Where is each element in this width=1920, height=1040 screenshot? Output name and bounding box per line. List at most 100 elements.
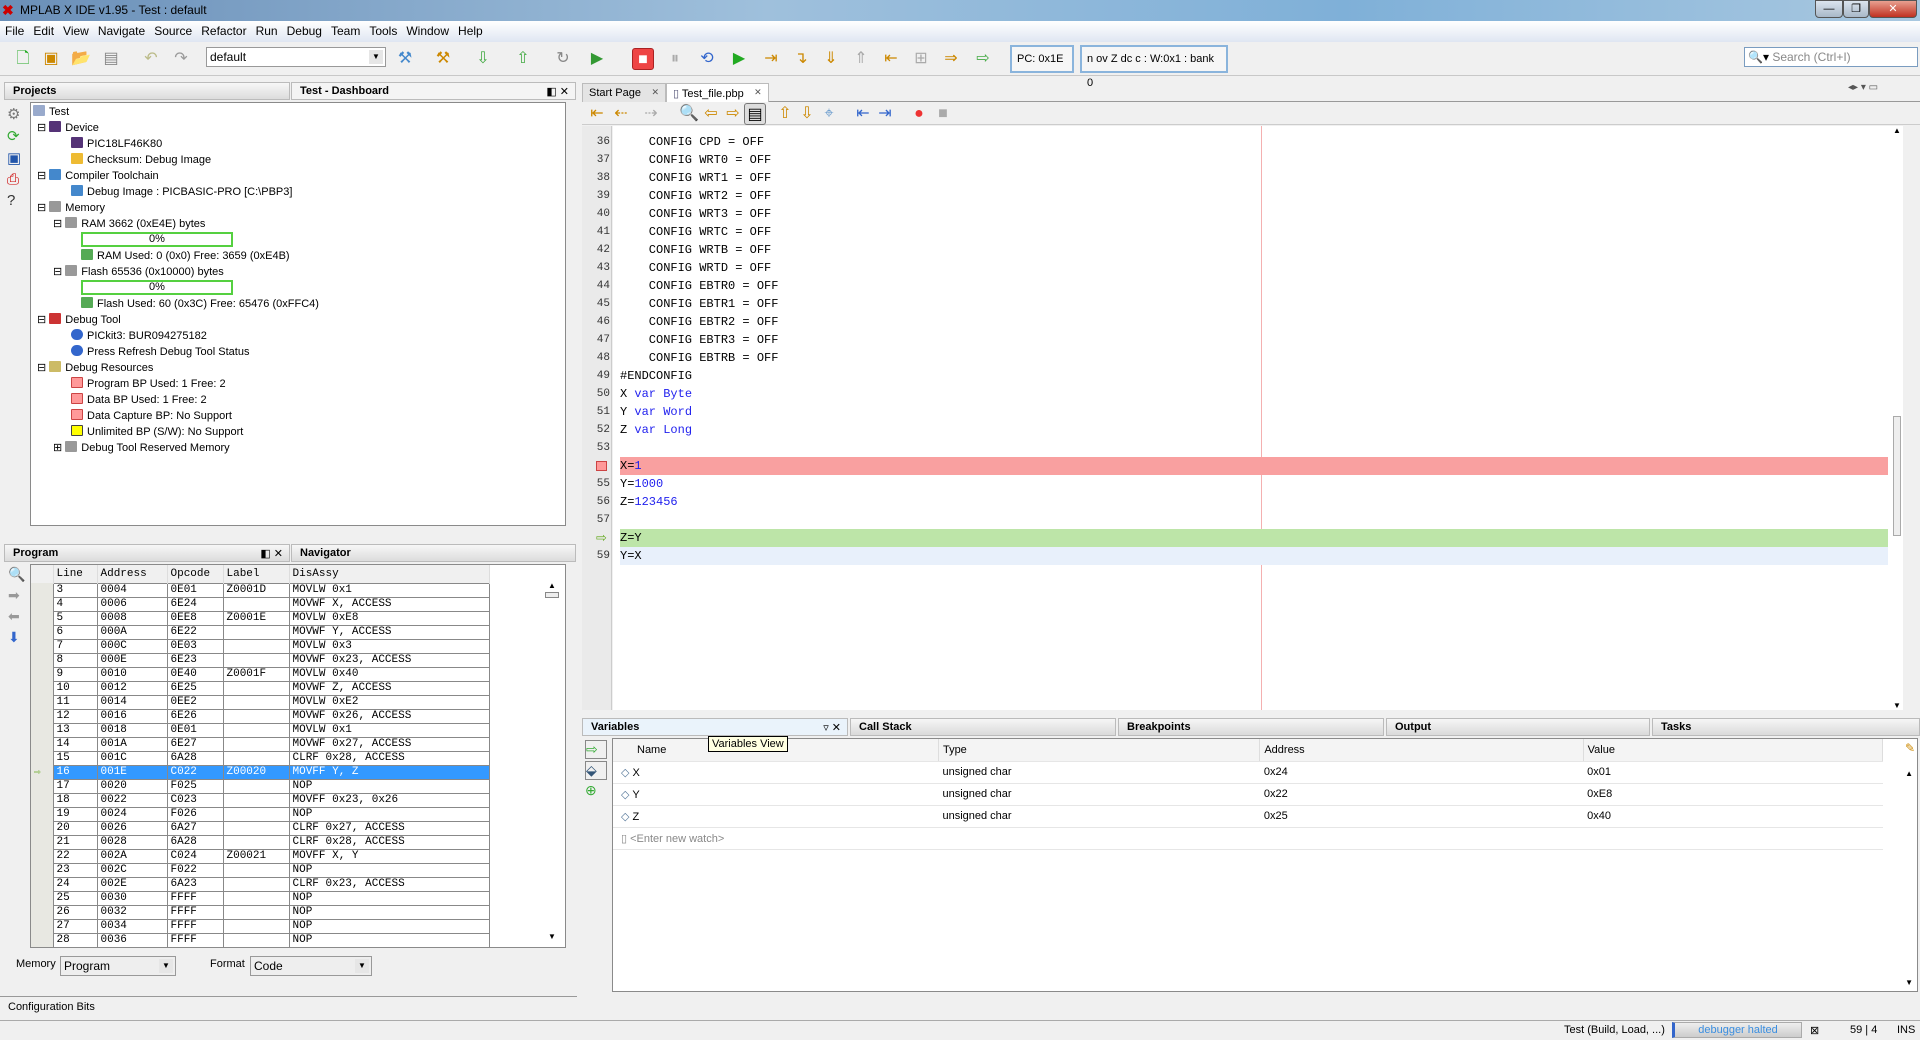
step-out-icon[interactable]: ⇓ — [820, 48, 842, 70]
table-row[interactable]: 11 0014 0EE2 MOVLW 0xE2 — [31, 694, 490, 710]
step-into-icon[interactable]: ↴ — [790, 48, 812, 70]
toggle-bookmark-icon[interactable]: ⌖ — [818, 103, 840, 125]
watch-icon[interactable]: ⬙ — [585, 761, 607, 780]
table-row[interactable]: 8 000E 6E23 MOVWF 0x23, ACCESS — [31, 652, 490, 668]
tree-pickit[interactable]: PICkit3: BUR094275182 — [71, 329, 207, 342]
table-row[interactable]: 4 0006 6E24 MOVWF X, ACCESS — [31, 596, 490, 612]
chip-icon[interactable]: ▣ — [7, 149, 27, 167]
tab-projects[interactable]: Projects — [4, 82, 290, 100]
editor-tab[interactable]: Start Page ✕ — [582, 83, 666, 102]
column-chooser-icon[interactable]: ✎ — [1905, 741, 1915, 755]
minimize-button[interactable]: — — [1815, 0, 1843, 18]
last-edit-icon[interactable]: ⇤ — [586, 103, 608, 125]
tab-dashboard[interactable]: Test - Dashboard ◧ ✕ — [291, 82, 576, 100]
new-watch-input[interactable]: <Enter new watch> — [630, 833, 724, 845]
table-row[interactable]: 12 0016 6E26 MOVWF 0x26, ACCESS — [31, 708, 490, 724]
menu-view[interactable]: View — [58, 21, 93, 38]
menu-source[interactable]: Source — [149, 21, 196, 38]
tree-ram-used[interactable]: RAM Used: 0 (0x0) Free: 3659 (0xE4B) — [81, 249, 290, 262]
reset-debug-icon[interactable]: ⟲ — [696, 48, 718, 70]
previous-bookmark-icon[interactable]: ⇧ — [774, 103, 796, 125]
tree-debug-tool[interactable]: ⊟ Debug Tool — [37, 313, 121, 326]
memory-select[interactable]: Program ▼ — [60, 956, 176, 976]
step-over-icon[interactable]: ⇥ — [760, 48, 782, 70]
new-watch-row[interactable]: ▯ <Enter new watch> — [613, 827, 1883, 850]
tree-device-name[interactable]: PIC18LF46K80 — [71, 137, 162, 150]
open-project-icon[interactable]: 📂 — [70, 48, 92, 70]
table-row[interactable]: 9 0010 0E40 Z0001F MOVLW 0x40 — [31, 666, 490, 682]
menu-refactor[interactable]: Refactor — [196, 21, 250, 38]
menu-file[interactable]: File — [0, 21, 28, 38]
minimize-panel-icon[interactable]: ◧ ✕ — [546, 85, 569, 98]
tree-ram[interactable]: ⊟ RAM 3662 (0xE4E) bytes — [53, 217, 205, 230]
program-scrollbar[interactable]: ▲ ▼ — [545, 575, 559, 941]
tree-memory[interactable]: ⊟ Memory — [37, 201, 105, 214]
properties-icon[interactable]: ⚙ — [7, 105, 27, 123]
tree-refresh-status[interactable]: Press Refresh Debug Tool Status — [71, 345, 249, 358]
table-row[interactable]: 25 0030 FFFF NOP — [31, 890, 490, 906]
editor-window-controls[interactable]: ◂▸ ▾ ▭ — [1848, 82, 1878, 93]
stop-macro-icon[interactable]: ■ — [932, 103, 954, 125]
tab-breakpoints[interactable]: Breakpoints — [1118, 718, 1384, 736]
table-row[interactable]: 3 0004 0E01 Z0001D MOVLW 0x1 — [31, 582, 490, 598]
refresh-icon[interactable]: ⟳ — [7, 127, 27, 145]
table-row[interactable]: 7 000C 0E03 MOVLW 0x3 — [31, 638, 490, 654]
tree-data-bp[interactable]: Data BP Used: 1 Free: 2 — [71, 393, 207, 406]
start-macro-icon[interactable]: ● — [908, 103, 930, 125]
move-pc-icon[interactable]: ⇒ — [940, 48, 962, 70]
format-select[interactable]: Code ▼ — [250, 956, 372, 976]
tree-unlimited-bp[interactable]: Unlimited BP (S/W): No Support — [71, 425, 243, 438]
step-instruction-icon[interactable]: ⇨ — [972, 48, 994, 70]
undo-icon[interactable]: ↶ — [140, 48, 162, 70]
column-header-address[interactable]: Address — [1259, 739, 1584, 762]
close-tab-icon[interactable]: ✕ — [651, 87, 659, 98]
menu-help[interactable]: Help — [453, 21, 487, 38]
tree-compiler[interactable]: ⊟ Compiler Toolchain — [37, 169, 159, 182]
new-project-icon[interactable]: ▣ — [40, 48, 62, 70]
shift-right-icon[interactable]: ⇥ — [874, 103, 896, 125]
help-icon[interactable]: ? — [7, 192, 27, 209]
menu-debug[interactable]: Debug — [282, 21, 326, 38]
back-icon[interactable]: ⇠ — [610, 103, 632, 125]
tree-flash-used[interactable]: Flash Used: 60 (0x3C) Free: 65476 (0xFFC… — [81, 297, 319, 310]
table-row[interactable]: 5 0008 0EE8 Z0001E MOVLW 0xE8 — [31, 610, 490, 626]
focus-cursor-icon[interactable]: ⊞ — [910, 48, 932, 70]
run-project-icon[interactable]: ▶ — [586, 48, 608, 70]
pause-icon[interactable]: ⏸ — [664, 48, 686, 70]
table-row[interactable]: 27 0034 FFFF NOP — [31, 918, 490, 934]
redo-icon[interactable]: ↷ — [170, 48, 192, 70]
column-header-label[interactable]: Label — [223, 565, 290, 583]
tab-tasks[interactable]: Tasks — [1652, 718, 1920, 736]
tree-reserved-memory[interactable]: ⊞ Debug Tool Reserved Memory — [53, 441, 230, 454]
set-pc-icon[interactable]: ⇤ — [880, 48, 902, 70]
table-row[interactable]: 20 0026 6A27 CLRF 0x27, ACCESS — [31, 820, 490, 836]
run-to-cursor-icon[interactable]: ⇑ — [850, 48, 872, 70]
table-row[interactable]: 21 0028 6A28 CLRF 0x28, ACCESS — [31, 834, 490, 850]
pdf-icon[interactable]: ⎙ — [7, 171, 27, 188]
configuration-bits-tab[interactable]: Configuration Bits — [0, 996, 577, 1017]
cancel-task-icon[interactable]: ⊠ — [1810, 1024, 1819, 1037]
progress-bar[interactable]: debugger halted — [1672, 1022, 1802, 1038]
find-previous-icon[interactable]: ⇦ — [700, 103, 722, 125]
breakpoint-icon[interactable] — [596, 461, 607, 471]
find-next-icon[interactable]: ⇨ — [722, 103, 744, 125]
reset-icon[interactable]: ↻ — [552, 48, 574, 70]
table-row[interactable]: 22 002A C024 Z00021 MOVFF X, Y — [31, 848, 490, 864]
tab-navigator[interactable]: Navigator — [291, 544, 576, 562]
table-row[interactable]: 6 000A 6E22 MOVWF Y, ACCESS — [31, 624, 490, 640]
save-all-icon[interactable]: ▤ — [100, 48, 122, 70]
continue-icon[interactable]: ▶ — [728, 48, 750, 70]
read-device-icon[interactable]: ⇧ — [512, 48, 534, 70]
tab-call-stack[interactable]: Call Stack — [850, 718, 1116, 736]
maximize-button[interactable]: ❐ — [1843, 0, 1869, 18]
close-tab-icon[interactable]: ✕ — [754, 87, 762, 98]
editor-tab[interactable]: ▯ Test_file.pbp ✕ — [666, 83, 769, 102]
menu-team[interactable]: Team — [326, 21, 364, 38]
tree-device[interactable]: ⊟ Device — [37, 121, 99, 134]
minimize-panel-icon[interactable]: ◧ ✕ — [260, 547, 283, 560]
variable-row[interactable]: ◇ Xunsigned char 0x24 0x01 — [613, 761, 1883, 784]
menu-window[interactable]: Window — [401, 21, 453, 38]
variable-row[interactable]: ◇ Zunsigned char 0x25 0x40 — [613, 805, 1883, 828]
column-header-opcode[interactable]: Opcode — [167, 565, 224, 583]
next-bookmark-icon[interactable]: ⇩ — [796, 103, 818, 125]
